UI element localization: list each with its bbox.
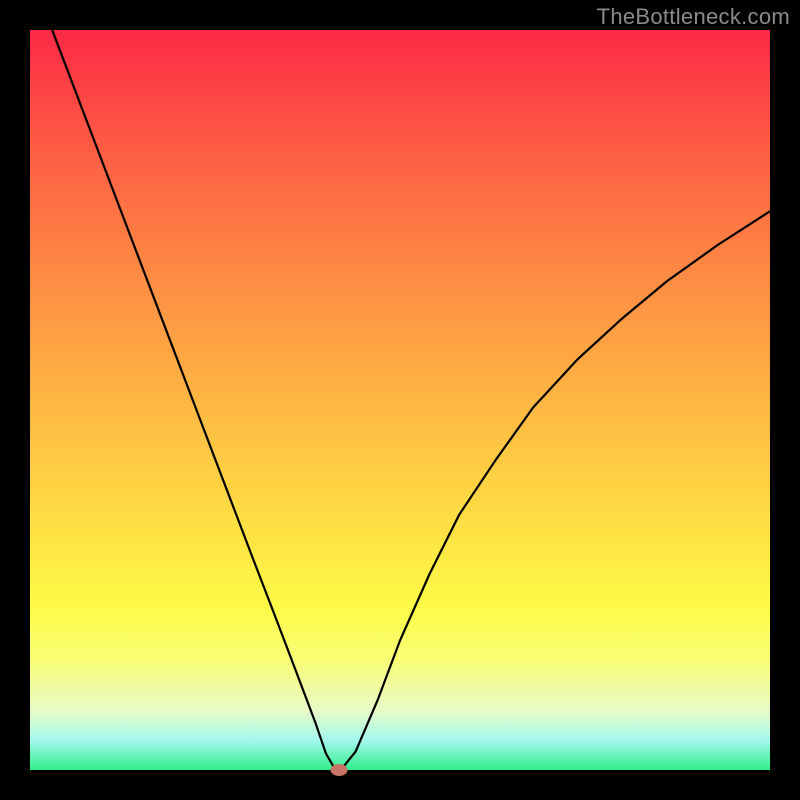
curve-layer <box>30 30 770 770</box>
chart-container: TheBottleneck.com <box>0 0 800 800</box>
watermark-text: TheBottleneck.com <box>597 4 790 30</box>
optimal-point-marker <box>330 764 347 776</box>
bottleneck-curve <box>52 30 770 770</box>
